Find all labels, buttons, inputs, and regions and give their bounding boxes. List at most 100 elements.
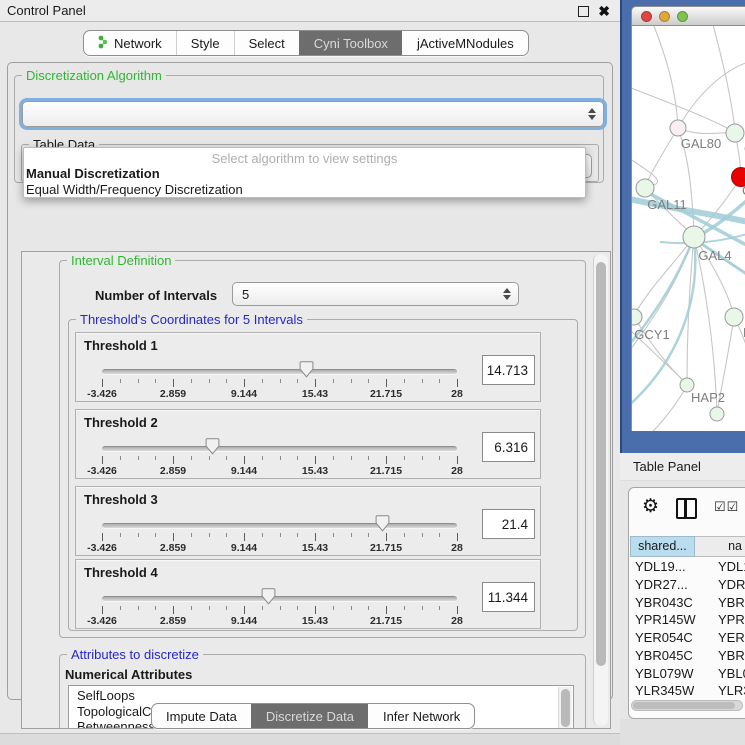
ruler-tick — [297, 606, 298, 610]
threshold-slider-track[interactable] — [102, 596, 457, 602]
threshold-slider-thumb[interactable] — [375, 515, 390, 532]
ruler-tick — [333, 456, 334, 460]
ruler-tick — [262, 456, 263, 460]
table-row[interactable]: YDR27...YDR2 — [630, 576, 745, 594]
ruler-tick — [315, 456, 316, 464]
ruler-tick — [457, 456, 458, 464]
ruler-tick-label: 21.715 — [356, 465, 416, 477]
ruler-tick — [368, 533, 369, 537]
dropdown-option-manual[interactable]: Manual Discretization — [24, 166, 585, 182]
ruler-tick — [120, 533, 121, 537]
tab-style[interactable]: Style — [176, 31, 234, 55]
tab-impute-data[interactable]: Impute Data — [152, 704, 251, 728]
tab-discretize-data[interactable]: Discretize Data — [251, 704, 368, 728]
interval-definition-title: Interval Definition — [67, 253, 175, 268]
column-header-shared-name[interactable]: shared... — [630, 536, 695, 557]
ruler-tick — [209, 533, 210, 537]
tab-network[interactable]: Network — [84, 31, 176, 55]
ruler-tick — [244, 379, 245, 387]
threshold-slider-track[interactable] — [102, 446, 457, 452]
zoom-window-icon[interactable] — [677, 11, 688, 22]
control-panel: Control Panel ✖ NetworkStyleSelectCyni T… — [0, 0, 620, 745]
network-node[interactable] — [636, 179, 654, 197]
ruler-tick — [280, 379, 281, 383]
ruler-tick-label: -3.426 — [72, 542, 132, 554]
table-row[interactable]: YDL19...YDL1 — [630, 558, 745, 576]
network-node[interactable] — [710, 407, 724, 421]
network-edge — [694, 237, 717, 413]
threshold-slider-thumb[interactable] — [299, 361, 314, 378]
ruler-tick — [422, 606, 423, 610]
tab-cyni-toolbox[interactable]: Cyni Toolbox — [299, 31, 402, 55]
table-cell-shared-name: YLR345W — [630, 682, 712, 700]
table-cell-shared-name: YER054C — [630, 629, 712, 647]
select-columns-icons[interactable]: ☑☑ — [714, 499, 739, 515]
threshold-panel-3: Threshold 3-3.4262.8599.14415.4321.71528… — [75, 486, 541, 556]
tab-select[interactable]: Select — [234, 31, 299, 55]
close-window-icon[interactable] — [641, 11, 652, 22]
threshold-value-field[interactable]: 11.344 — [482, 582, 535, 612]
slider-ruler — [102, 456, 457, 465]
network-node-label: GAL80 — [681, 136, 721, 151]
ruler-tick — [439, 606, 440, 610]
dropdown-prompt-item[interactable]: Select algorithm to view settings — [24, 148, 585, 166]
ruler-tick — [351, 379, 352, 383]
table-row[interactable]: YBR043CYBR0 — [630, 594, 745, 612]
ruler-tick — [386, 533, 387, 541]
threshold-slider-track[interactable] — [102, 369, 457, 375]
table-horizontal-scrollbar[interactable] — [631, 700, 743, 711]
threshold-value-field[interactable]: 14.713 — [482, 355, 535, 385]
attribute-list-item[interactable]: SelfLoops — [77, 688, 573, 704]
list-scrollbar[interactable] — [558, 687, 572, 729]
table-cell-shared-name: YBL079W — [630, 665, 712, 683]
network-node[interactable] — [670, 120, 686, 136]
network-edge — [712, 26, 735, 131]
panel-scrollbar[interactable] — [593, 254, 608, 726]
threshold-value-field[interactable]: 21.4 — [482, 509, 535, 539]
slider-ruler — [102, 533, 457, 542]
ruler-tick — [422, 456, 423, 460]
ruler-tick-label: 9.144 — [214, 465, 274, 477]
network-node[interactable] — [726, 124, 744, 142]
gear-icon[interactable]: ⚙ — [642, 495, 659, 518]
ruler-tick — [457, 533, 458, 541]
ruler-tick — [209, 379, 210, 383]
table-row[interactable]: YBR045CYBR0 — [630, 647, 745, 665]
table-cell-name: YLR3 — [712, 682, 745, 700]
ruler-tick — [315, 606, 316, 614]
network-node[interactable] — [683, 226, 705, 248]
ruler-tick-label: 28 — [427, 465, 487, 477]
column-header-name[interactable]: na — [695, 536, 745, 557]
threshold-panel-1: Threshold 1-3.4262.8599.14415.4321.71528… — [75, 332, 541, 402]
control-panel-title: Control Panel — [7, 3, 86, 18]
threshold-slider-thumb[interactable] — [261, 588, 276, 605]
number-of-intervals-combobox[interactable]: 5 — [232, 282, 519, 306]
columns-icon[interactable] — [676, 498, 697, 519]
table-row[interactable]: YER054CYER0 — [630, 629, 745, 647]
ruler-tick — [102, 606, 103, 614]
table-cell-shared-name: YDR27... — [630, 576, 712, 594]
dropdown-option-equal-width[interactable]: Equal Width/Frequency Discretization — [24, 182, 585, 198]
algorithm-combobox[interactable] — [22, 101, 604, 127]
ruler-tick — [439, 456, 440, 460]
ruler-tick — [280, 606, 281, 610]
minimize-window-icon[interactable] — [659, 11, 670, 22]
tab-infer-network[interactable]: Infer Network — [368, 704, 474, 728]
close-panel-icon[interactable]: ✖ — [598, 4, 610, 18]
network-node[interactable] — [725, 308, 743, 326]
network-canvas[interactable]: GAL80GACGAL11GAL4GCY1HHAP2 — [631, 26, 745, 431]
float-panel-icon[interactable] — [578, 6, 589, 17]
threshold-slider-thumb[interactable] — [205, 438, 220, 455]
table-row[interactable]: YBL079WYBL0 — [630, 665, 745, 683]
threshold-value-field[interactable]: 6.316 — [482, 432, 535, 462]
table-row[interactable]: YPR145WYPR1 — [630, 611, 745, 629]
ruler-tick — [226, 379, 227, 383]
table-cell-shared-name: YBR045C — [630, 647, 712, 665]
ruler-tick-label: 28 — [427, 388, 487, 400]
threshold-slider-track[interactable] — [102, 523, 457, 529]
ruler-tick — [138, 606, 139, 610]
tab-jactivemnodules[interactable]: jActiveMNodules — [402, 31, 528, 55]
ruler-tick — [102, 533, 103, 541]
network-node[interactable] — [632, 309, 642, 325]
table-row[interactable]: YLR345WYLR3 — [630, 682, 745, 700]
